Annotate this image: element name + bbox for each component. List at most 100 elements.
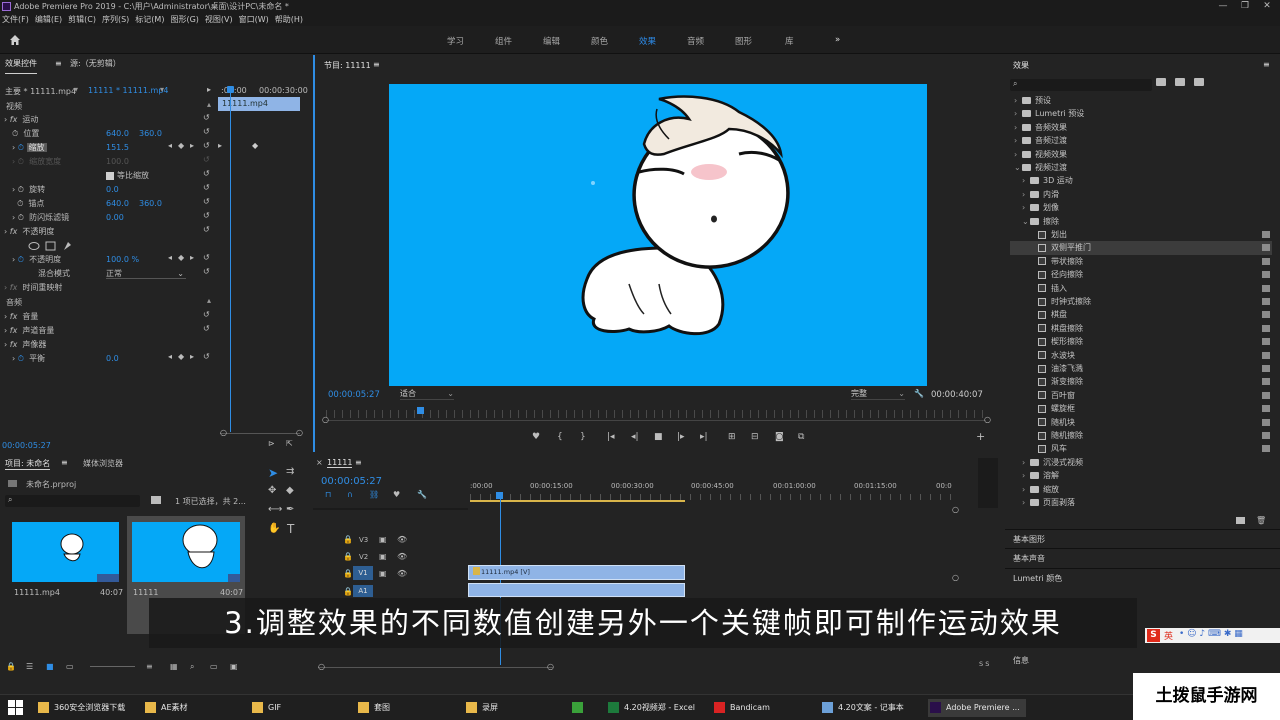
master-clip-label[interactable]: 主要 * 11111.mp4 bbox=[5, 86, 76, 97]
effect-item[interactable]: 水波块 bbox=[1010, 349, 1272, 362]
effect-item[interactable]: 油漆飞溅 bbox=[1010, 362, 1272, 375]
type-tool-icon[interactable]: T bbox=[287, 522, 294, 536]
program-timecode[interactable]: 00:00:05:27 bbox=[328, 390, 380, 400]
settings-wrench-icon[interactable]: 🔧 bbox=[914, 389, 924, 398]
flicker-value[interactable]: 0.00 bbox=[106, 211, 124, 224]
menu-edit[interactable]: 编辑(E) bbox=[35, 13, 62, 26]
add-marker-timeline-icon[interactable]: ♥ bbox=[393, 490, 400, 499]
project-folder-icon[interactable] bbox=[151, 496, 161, 504]
anchor-x-value[interactable]: 640.0 bbox=[106, 197, 129, 210]
close-button[interactable]: ✕ bbox=[1256, 0, 1278, 13]
ec-playhead[interactable] bbox=[230, 87, 231, 432]
program-playhead[interactable] bbox=[417, 407, 424, 414]
tab-source[interactable]: 源:（无剪辑） bbox=[70, 55, 121, 73]
sequence-clip-label[interactable]: 11111 * 11111.mp4 bbox=[88, 86, 169, 95]
v3-lock-icon[interactable]: 🔒 bbox=[343, 535, 353, 544]
anchor-reset-icon[interactable]: ↺ bbox=[203, 197, 210, 206]
new-bin-project-icon[interactable]: ▭ bbox=[210, 662, 218, 671]
icon-view-icon[interactable]: ■ bbox=[46, 662, 54, 671]
tab-project[interactable]: 项目: 未命名 bbox=[5, 458, 51, 470]
timeline-hscroll-right-handle[interactable]: ○ bbox=[547, 662, 554, 671]
position-x-value[interactable]: 640.0 bbox=[106, 127, 129, 140]
volume-reset-icon[interactable]: ↺ bbox=[203, 310, 210, 319]
track-v2-label[interactable]: V2 bbox=[359, 553, 368, 561]
workspace-tab-audio[interactable]: 音频 bbox=[687, 35, 704, 47]
flicker-reset-icon[interactable]: ↺ bbox=[203, 211, 210, 220]
tab-effect-controls[interactable]: 效果控件 bbox=[5, 55, 37, 74]
effect-item[interactable]: 百叶窗 bbox=[1010, 389, 1272, 402]
effect-item[interactable]: 插入 bbox=[1010, 282, 1272, 295]
new-bin-icon[interactable] bbox=[1236, 517, 1245, 524]
program-zoom-left-handle[interactable]: ○ bbox=[322, 415, 329, 424]
effect-item[interactable]: 径向擦除 bbox=[1010, 268, 1272, 281]
balance-add-keyframe-icon[interactable]: ◆ bbox=[178, 352, 184, 361]
ime-icons[interactable]: • ☺ ♪ ⌨ ✱ ▦ bbox=[1179, 629, 1243, 639]
taskbar-item[interactable] bbox=[572, 699, 588, 717]
chevron-right-icon[interactable]: › bbox=[1022, 483, 1030, 496]
position-y-value[interactable]: 360.0 bbox=[139, 127, 162, 140]
pen-tool-icon[interactable]: ✒ bbox=[286, 504, 294, 515]
menu-window[interactable]: 窗口(W) bbox=[239, 13, 269, 26]
go-to-out-icon[interactable]: ▸| bbox=[700, 432, 708, 442]
home-icon[interactable] bbox=[9, 34, 21, 46]
comparison-view-icon[interactable]: ⧉ bbox=[798, 432, 804, 442]
chevron-right-icon[interactable]: › bbox=[1014, 134, 1022, 147]
timeline-tab[interactable]: 11111 bbox=[327, 458, 353, 468]
go-to-in-icon[interactable]: |◂ bbox=[607, 432, 615, 442]
a1-clip[interactable] bbox=[468, 583, 685, 597]
effects-folder[interactable]: › Lumetri 预设 bbox=[1010, 107, 1272, 120]
menu-clip[interactable]: 剪辑(C) bbox=[68, 13, 96, 26]
motion-reset-icon[interactable]: ↺ bbox=[203, 113, 210, 122]
ime-toolbar[interactable]: S 英 • ☺ ♪ ⌨ ✱ ▦ bbox=[1145, 628, 1280, 643]
chevron-right-icon[interactable]: › bbox=[1014, 148, 1022, 161]
opacity-effect-reset-icon[interactable]: ↺ bbox=[203, 225, 210, 234]
balance-stopwatch-icon[interactable]: ⏱ bbox=[18, 354, 24, 363]
freeform-view-icon[interactable]: ▭ bbox=[66, 662, 74, 671]
ec-playhead-handle[interactable] bbox=[227, 86, 234, 93]
v1-lock-icon[interactable]: 🔒 bbox=[343, 569, 353, 578]
effects-folder[interactable]: › 内滑 bbox=[1010, 188, 1272, 201]
ec-zoom-right-handle[interactable]: ○ bbox=[296, 428, 303, 437]
effects-folder[interactable]: › 划像 bbox=[1010, 201, 1272, 214]
delete-icon[interactable]: 🗑 bbox=[1256, 516, 1266, 525]
balance-next-keyframe-icon[interactable]: ▸ bbox=[190, 352, 194, 361]
audio-collapse-icon[interactable]: ▴ bbox=[207, 296, 211, 305]
taskbar-item[interactable]: Adobe Premiere ... bbox=[928, 699, 1026, 717]
workspace-tab-effects[interactable]: 效果 bbox=[639, 35, 656, 47]
effect-item[interactable]: 螺旋框 bbox=[1010, 402, 1272, 415]
effect-item[interactable]: 棋盘 bbox=[1010, 308, 1272, 321]
balance-value[interactable]: 0.0 bbox=[106, 352, 119, 365]
chevron-right-icon[interactable]: › bbox=[1014, 94, 1022, 107]
menu-help[interactable]: 帮助(H) bbox=[275, 13, 303, 26]
hand-tool-icon[interactable]: ✋ bbox=[268, 523, 280, 534]
effect-item[interactable]: 楔形擦除 bbox=[1010, 335, 1272, 348]
timeline-close-icon[interactable]: × bbox=[316, 458, 323, 467]
fit-dropdown[interactable]: 适合 ⌄ bbox=[400, 388, 454, 400]
menu-file[interactable]: 文件(F) bbox=[2, 13, 29, 26]
32bit-filter-icon[interactable] bbox=[1175, 78, 1185, 86]
track-v1-label[interactable]: V1 bbox=[353, 566, 373, 580]
selection-tool-icon[interactable]: ➤ bbox=[268, 466, 278, 480]
opacity-prev-keyframe-icon[interactable]: ◂ bbox=[168, 253, 172, 262]
workspace-tab-assembly[interactable]: 组件 bbox=[495, 35, 512, 47]
chevron-right-icon[interactable]: › bbox=[1022, 496, 1030, 509]
timeline-hscroll[interactable] bbox=[318, 667, 553, 668]
mark-out-icon[interactable]: } bbox=[580, 432, 586, 442]
taskbar-item[interactable]: 4.20视频郑 - Excel bbox=[608, 699, 695, 717]
project-menu-icon[interactable]: ≡ bbox=[61, 458, 68, 467]
timeline-ruler[interactable]: :00:00 00:00:15:00 00:00:30:00 00:00:45:… bbox=[470, 482, 960, 494]
workspace-tab-learn[interactable]: 学习 bbox=[447, 35, 464, 47]
program-menu-icon[interactable]: ≡ bbox=[373, 60, 380, 69]
v3-eye-icon[interactable]: 👁 bbox=[397, 535, 407, 544]
chevron-right-icon[interactable]: › bbox=[1014, 107, 1022, 120]
uniform-reset-icon[interactable]: ↺ bbox=[203, 169, 210, 178]
find-icon[interactable]: ⌕ bbox=[190, 662, 194, 672]
v1-sync-icon[interactable]: ▣ bbox=[379, 569, 387, 578]
new-item-icon[interactable]: ▣ bbox=[230, 662, 238, 671]
rotation-reset-icon[interactable]: ↺ bbox=[203, 183, 210, 192]
ec-filter-icon[interactable]: ⊳ bbox=[268, 439, 275, 448]
effects-menu-icon[interactable]: ≡ bbox=[1263, 60, 1270, 69]
scale-stopwatch-icon[interactable]: ⏱ bbox=[18, 143, 24, 152]
balance-reset-icon[interactable]: ↺ bbox=[203, 352, 210, 361]
workspace-more-button[interactable]: » bbox=[835, 35, 840, 45]
